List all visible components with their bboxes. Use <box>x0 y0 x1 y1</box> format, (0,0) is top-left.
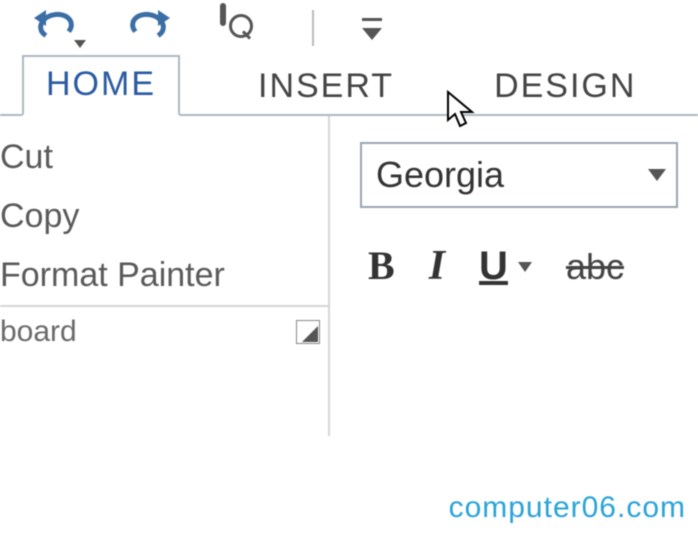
chevron-down-icon[interactable] <box>648 169 666 181</box>
italic-button[interactable]: I <box>429 242 445 290</box>
redo-arrow-icon <box>158 10 170 26</box>
chevron-down-icon <box>362 28 382 40</box>
font-group: Georgia B I U abc <box>330 116 698 436</box>
cut-button[interactable]: Cut <box>0 128 328 187</box>
format-painter-label: Format Painter <box>0 256 225 295</box>
ribbon-body: Cut Copy Format Painter board Georgia B … <box>0 116 698 436</box>
copy-button[interactable]: Copy <box>0 187 328 246</box>
clipboard-group-footer: board <box>0 305 328 357</box>
dialog-launcher-icon[interactable] <box>296 320 320 344</box>
strikethrough-button[interactable]: abc <box>566 246 624 288</box>
qat-separator <box>312 10 314 46</box>
magnify-page-icon <box>220 3 226 26</box>
cut-label: Cut <box>0 138 53 177</box>
watermark-text: computer06.com <box>449 491 686 525</box>
font-name-value: Georgia <box>376 154 504 196</box>
font-name-combo[interactable]: Georgia <box>360 142 678 208</box>
customize-qat-button[interactable] <box>362 10 382 46</box>
underline-button[interactable]: U <box>479 244 532 289</box>
undo-arrow-icon <box>34 10 46 26</box>
redo-button[interactable] <box>128 6 172 50</box>
clipboard-group-label: board <box>0 315 77 349</box>
ribbon-tabs: HOME INSERT DESIGN <box>0 52 698 116</box>
print-preview-button[interactable] <box>220 6 264 50</box>
quick-access-toolbar <box>0 0 698 52</box>
undo-button[interactable] <box>36 6 80 50</box>
clipboard-group: Cut Copy Format Painter board <box>0 116 330 436</box>
tab-design[interactable]: DESIGN <box>472 59 658 116</box>
copy-label: Copy <box>0 197 79 236</box>
customize-bar-icon <box>362 18 382 21</box>
font-style-row: B I U abc <box>360 242 698 290</box>
undo-dropdown-icon[interactable] <box>74 40 86 48</box>
format-painter-button[interactable]: Format Painter <box>0 246 328 305</box>
underline-label: U <box>479 244 508 289</box>
bold-button[interactable]: B <box>368 242 395 289</box>
tab-home[interactable]: HOME <box>22 55 180 116</box>
tab-insert[interactable]: INSERT <box>236 59 416 116</box>
chevron-down-icon[interactable] <box>518 262 532 272</box>
